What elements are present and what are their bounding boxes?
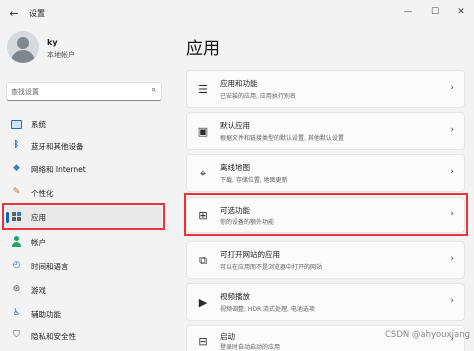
- card-description: 你的设备的额外功能: [220, 219, 275, 226]
- optional-features-icon: ⊞: [198, 209, 208, 222]
- card-video-playback[interactable]: ▶ 视频播放 视频调整, HDR 流式处理, 电池选项 ›: [186, 283, 465, 321]
- maximize-button[interactable]: ☐: [425, 5, 445, 19]
- accessibility-icon: ♿: [12, 308, 21, 318]
- card-description: 登录时自动启动的应用: [220, 344, 281, 351]
- avatar-head-shape: [17, 37, 29, 49]
- account-icon: [11, 236, 22, 247]
- card-title: 可选功能: [220, 206, 250, 215]
- sidebar-item-accounts[interactable]: 帐户: [6, 231, 162, 253]
- apps-icon: [11, 211, 22, 222]
- globe-icon: ◴: [12, 260, 21, 270]
- chevron-right-icon: ›: [450, 296, 454, 306]
- brush-icon: ✎: [12, 187, 21, 197]
- search-box[interactable]: ⌕: [6, 82, 162, 101]
- card-optional-features[interactable]: ⊞ 可选功能 你的设备的额外功能 ›: [186, 197, 465, 233]
- chevron-right-icon: ›: [450, 83, 454, 93]
- shield-icon: ⛉: [13, 330, 20, 340]
- sidebar-item-network[interactable]: ◆ 网络和 Internet: [6, 158, 162, 180]
- sidebar-item-label: 网络和 Internet: [31, 165, 86, 174]
- watermark: CSDN @ahyouxiang: [385, 330, 471, 340]
- account-icon-head: [14, 236, 19, 241]
- apps-icon-tile: [12, 212, 16, 216]
- sidebar-item-apps[interactable]: 应用: [6, 206, 162, 228]
- search-input[interactable]: [11, 85, 141, 98]
- card-description: 已安装的应用, 应用执行别名: [220, 93, 296, 100]
- card-description: 视频调整, HDR 流式处理, 电池选项: [220, 306, 315, 313]
- gamepad-icon: ⊛: [12, 284, 21, 294]
- back-arrow-icon[interactable]: ←: [6, 6, 22, 22]
- card-default-apps[interactable]: ▣ 默认应用 根据文件和链接类型的默认设置, 其他默认设置 ›: [186, 112, 465, 150]
- card-title: 离线地图: [220, 163, 250, 172]
- account-type: 本地帐户: [47, 51, 75, 59]
- video-icon: ▶: [198, 296, 208, 309]
- user-name: ky: [47, 38, 58, 47]
- card-description: 可以在应用而不是浏览器中打开的网站: [220, 264, 323, 271]
- sidebar-item-label: 系统: [31, 120, 46, 129]
- avatar[interactable]: [7, 31, 39, 63]
- apps-icon-tile: [17, 212, 21, 216]
- sidebar-item-personalization[interactable]: ✎ 个性化: [6, 182, 162, 204]
- selection-indicator: [6, 212, 9, 223]
- wifi-icon: ◆: [13, 163, 20, 173]
- avatar-body-shape: [11, 50, 35, 63]
- sidebar-item-gaming[interactable]: ⊛ 游戏: [6, 279, 162, 301]
- sidebar-item-privacy[interactable]: ⛉ 隐私和安全性: [6, 325, 162, 347]
- card-description: 下载, 存储位置, 地图更新: [220, 177, 288, 184]
- minimize-button[interactable]: —: [398, 5, 418, 19]
- card-title: 可打开网站的应用: [220, 250, 280, 259]
- window-title: 设置: [29, 9, 45, 18]
- bluetooth-icon: ᛒ: [13, 140, 20, 150]
- card-title: 视频播放: [220, 292, 250, 301]
- system-icon: [11, 120, 22, 129]
- chevron-right-icon: ›: [450, 167, 454, 177]
- apps-icon-tile: [12, 217, 16, 221]
- chevron-right-icon: ›: [450, 125, 454, 135]
- sidebar-item-label: 辅助功能: [31, 310, 61, 319]
- card-apps-features[interactable]: ☰ 应用和功能 已安装的应用, 应用执行别名 ›: [186, 70, 465, 108]
- sidebar-item-label: 蓝牙和其他设备: [31, 142, 84, 151]
- startup-icon: ⊟: [198, 335, 208, 348]
- apps-icon-tile: [17, 217, 21, 221]
- default-apps-icon: ▣: [197, 125, 209, 138]
- sidebar-item-system[interactable]: 系统: [6, 113, 162, 135]
- sidebar-item-time-language[interactable]: ◴ 时间和语言: [6, 255, 162, 277]
- page-title: 应用: [186, 39, 220, 59]
- chevron-right-icon: ›: [450, 209, 454, 219]
- card-apps-for-websites[interactable]: ⧉ 可打开网站的应用 可以在应用而不是浏览器中打开的网站 ›: [186, 241, 465, 279]
- map-icon: ⌖: [199, 167, 207, 180]
- card-description: 根据文件和链接类型的默认设置, 其他默认设置: [220, 135, 344, 142]
- search-icon[interactable]: ⌕: [151, 85, 156, 95]
- sidebar-item-accessibility[interactable]: ♿ 辅助功能: [6, 303, 162, 325]
- card-title: 默认应用: [220, 121, 250, 130]
- account-icon-body: [12, 242, 21, 247]
- sidebar-item-label: 个性化: [31, 189, 54, 198]
- sidebar-item-label: 游戏: [31, 286, 46, 295]
- card-title: 应用和功能: [220, 79, 258, 88]
- card-offline-maps[interactable]: ⌖ 离线地图 下载, 存储位置, 地图更新 ›: [186, 154, 465, 192]
- sidebar-item-label: 应用: [31, 213, 46, 222]
- sidebar-item-label: 时间和语言: [31, 262, 69, 271]
- chevron-right-icon: ›: [450, 254, 454, 264]
- close-button[interactable]: ✕: [451, 5, 471, 19]
- card-title: 启动: [220, 332, 235, 341]
- list-icon: ☰: [198, 83, 208, 96]
- title-bar: ← 设置 — ☐ ✕: [0, 0, 474, 30]
- sidebar-item-bluetooth[interactable]: ᛒ 蓝牙和其他设备: [6, 135, 162, 157]
- sidebar-item-label: 帐户: [31, 238, 46, 247]
- sidebar-item-label: 隐私和安全性: [31, 332, 76, 341]
- open-link-icon: ⧉: [199, 254, 207, 267]
